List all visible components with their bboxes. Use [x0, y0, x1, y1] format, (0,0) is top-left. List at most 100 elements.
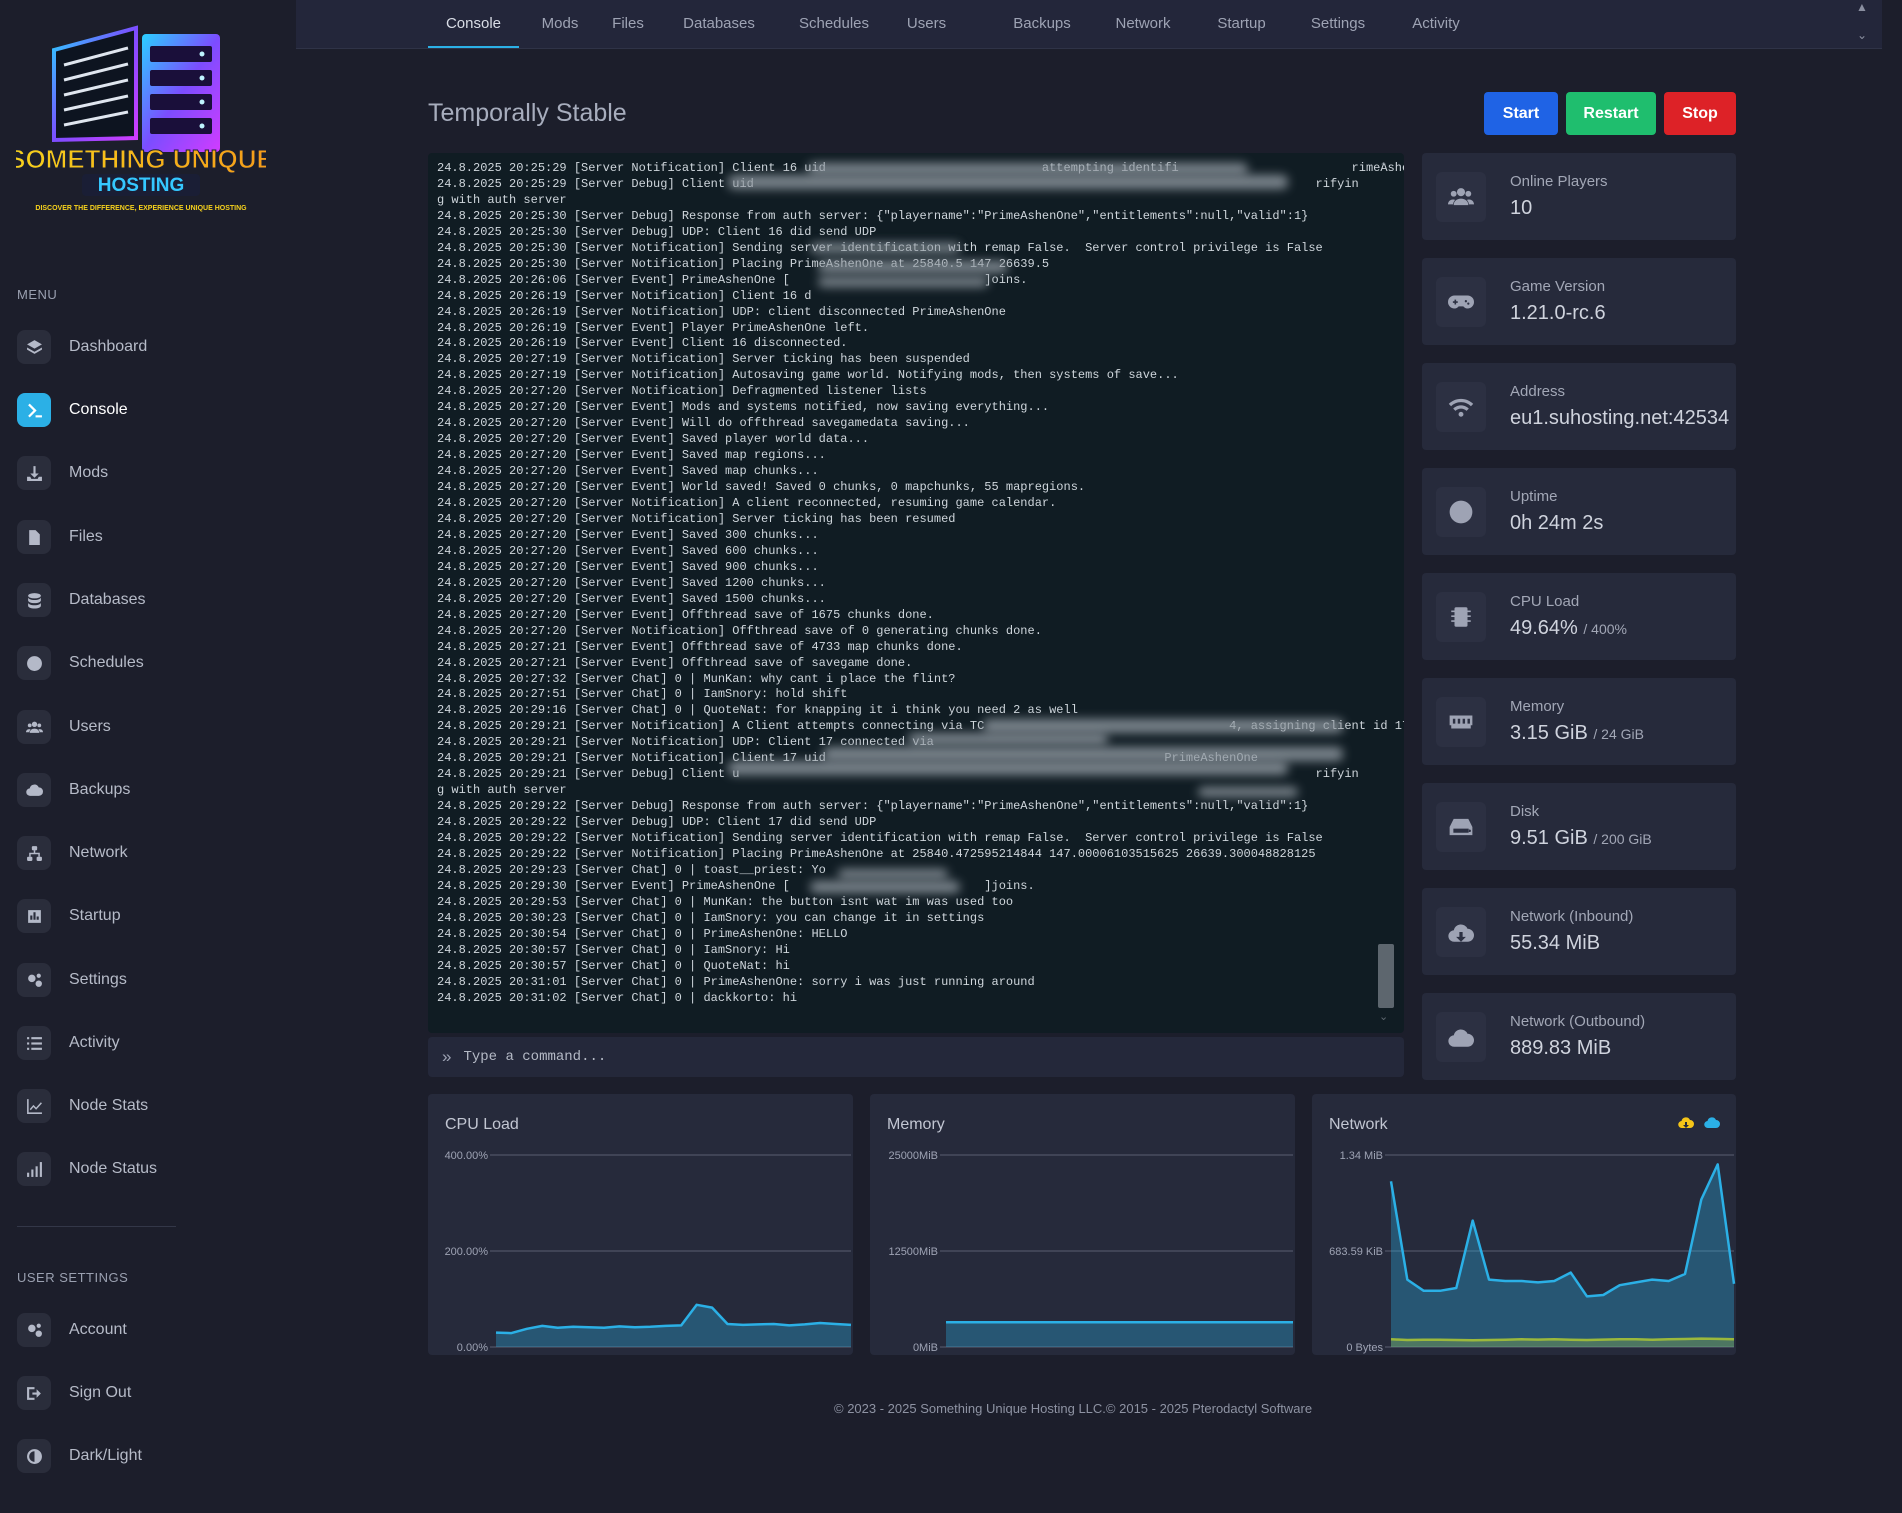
- console-line: 24.8.2025 20:30:54 [Server Chat] 0 | Pri…: [437, 926, 848, 941]
- tab-backups[interactable]: Backups: [1008, 0, 1076, 48]
- stat-card-network-outbound: Network (Outbound) 889.83 MiB: [1422, 993, 1736, 1080]
- stat-label: Network (Outbound): [1510, 1013, 1646, 1030]
- console-scroll-up-arrow[interactable]: ⌃: [1379, 160, 1388, 173]
- stat-label: Game Version: [1510, 278, 1606, 295]
- stat-label: Uptime: [1510, 488, 1558, 505]
- memory-chart-plot: 25000MiB 12500MiB 0MiB: [888, 1150, 1293, 1354]
- clock-icon: [1436, 487, 1486, 537]
- stat-label: Memory: [1510, 698, 1565, 715]
- sidebar-item-console[interactable]: Console: [17, 391, 277, 429]
- console-line: 24.8.2025 20:27:51 [Server Chat] 0 | Iam…: [437, 687, 848, 702]
- console-line: 24.8.2025 20:27:20 [Server Notification]…: [437, 384, 927, 399]
- console-line: 24.8.2025 20:31:02 [Server Chat] 0 | dac…: [437, 990, 798, 1005]
- tab-settings[interactable]: Settings: [1305, 0, 1371, 48]
- stat-label: CPU Load: [1510, 593, 1580, 610]
- redaction-blur: [728, 761, 1288, 775]
- tab-schedules[interactable]: Schedules: [784, 0, 884, 48]
- brand-logo[interactable]: SOMETHING UNIQUE HOSTING DISCOVER THE DI…: [16, 20, 266, 225]
- tab-databases[interactable]: Databases: [669, 0, 769, 48]
- menu-section-title: MENU: [17, 287, 58, 302]
- sidebar-item-files[interactable]: Files: [17, 518, 277, 556]
- redaction-blur: [1198, 787, 1298, 797]
- sidebar-item-dashboard[interactable]: Dashboard: [17, 328, 277, 366]
- tab-users[interactable]: Users: [899, 0, 954, 48]
- console-line: 24.8.2025 20:29:22 [Server Notification]…: [437, 831, 1323, 846]
- server-tab-bar: Console Mods Files Databases Schedules U…: [296, 0, 1882, 49]
- console-line: 24.8.2025 20:29:53 [Server Chat] 0 | Mun…: [437, 894, 1014, 909]
- cloud-upload-icon: [1436, 1012, 1486, 1062]
- server-name: Temporally Stable: [428, 99, 627, 127]
- tab-activity[interactable]: Activity: [1403, 0, 1469, 48]
- restart-button[interactable]: Restart: [1566, 92, 1656, 135]
- cloud-icon: [17, 773, 51, 807]
- stat-value: 0h 24m 2s: [1510, 512, 1604, 534]
- tab-console[interactable]: Console: [428, 0, 519, 48]
- startup-icon: [17, 899, 51, 933]
- sidebar-item-label: Dashboard: [69, 338, 148, 355]
- page-scroll-arrows[interactable]: ▲ ⌄: [1852, 0, 1872, 50]
- sidebar-item-mods[interactable]: Mods: [17, 454, 277, 492]
- sidebar-item-account[interactable]: Account: [17, 1311, 277, 1349]
- svg-text:HOSTING: HOSTING: [98, 175, 185, 196]
- stat-card-uptime: Uptime 0h 24m 2s: [1422, 468, 1736, 555]
- stat-value: 55.34 MiB: [1510, 932, 1601, 954]
- redaction-blur: [810, 243, 960, 253]
- memory-icon: [1436, 697, 1486, 747]
- redaction-blur: [808, 163, 1248, 175]
- command-input[interactable]: [463, 1049, 1344, 1065]
- gears-icon: [17, 963, 51, 997]
- stop-button[interactable]: Stop: [1664, 92, 1736, 135]
- console-line: 24.8.2025 20:27:20 [Server Event] Saved …: [437, 591, 826, 606]
- stat-label: Disk: [1510, 803, 1540, 820]
- console-line: 24.8.2025 20:27:20 [Server Event] Offthr…: [437, 607, 934, 622]
- sidebar-item-label: Databases: [69, 591, 146, 608]
- console-line: 24.8.2025 20:27:20 [Server Event] Will d…: [437, 416, 970, 431]
- start-button[interactable]: Start: [1484, 92, 1558, 135]
- cloud-download-icon: [1436, 907, 1486, 957]
- stat-card-cpu-load: CPU Load 49.64% / 400%: [1422, 573, 1736, 660]
- console-line: 24.8.2025 20:26:19 [Server Notification]…: [437, 304, 1006, 319]
- stat-value[interactable]: eu1.suhosting.net:42534: [1510, 407, 1729, 430]
- console-output[interactable]: 24.8.2025 20:25:29 [Server Notification]…: [428, 153, 1404, 1033]
- tab-files[interactable]: Files: [604, 0, 652, 48]
- redaction-blur: [838, 869, 948, 879]
- sidebar-item-backups[interactable]: Backups: [17, 771, 277, 809]
- sidebar-item-databases[interactable]: Databases: [17, 581, 277, 619]
- cpu-chart-plot: 400.00% 200.00% 0.00%: [445, 1150, 852, 1354]
- stat-card-online-players: Online Players 10: [1422, 153, 1736, 240]
- chevrons-right-icon: »: [442, 1047, 452, 1066]
- layers-icon: [17, 330, 51, 364]
- y-tick-label: 0MiB: [913, 1342, 938, 1354]
- sidebar-item-settings[interactable]: Settings: [17, 961, 277, 999]
- sidebar-item-label: Backups: [69, 781, 131, 798]
- console-scroll-down-arrow[interactable]: ⌄: [1379, 1010, 1388, 1023]
- console-line: 24.8.2025 20:27:21 [Server Event] Offthr…: [437, 655, 913, 670]
- database-icon: [17, 583, 51, 617]
- console-line: 24.8.2025 20:27:19 [Server Notification]…: [437, 368, 1179, 383]
- sidebar-item-activity[interactable]: Activity: [17, 1024, 277, 1062]
- tab-mods[interactable]: Mods: [535, 0, 585, 48]
- signal-bars-icon: [17, 1152, 51, 1186]
- stat-value: 3.15 GiB / 24 GiB: [1510, 722, 1644, 744]
- stat-card-network-inbound: Network (Inbound) 55.34 MiB: [1422, 888, 1736, 975]
- sidebar-item-dark-light[interactable]: Dark/Light: [17, 1437, 277, 1475]
- download-icon: [17, 456, 51, 490]
- redaction-blur: [823, 747, 1343, 761]
- sidebar-item-node-stats[interactable]: Node Stats: [17, 1087, 277, 1125]
- sidebar-item-sign-out[interactable]: Sign Out: [17, 1374, 277, 1412]
- tab-network[interactable]: Network: [1107, 0, 1179, 48]
- console-line: 24.8.2025 20:27:20 [Server Event] Saved …: [437, 464, 819, 479]
- sidebar-item-schedules[interactable]: Schedules: [17, 644, 277, 682]
- sidebar-item-node-status[interactable]: Node Status: [17, 1150, 277, 1188]
- console-line: 24.8.2025 20:29:22 [Server Debug] UDP: C…: [437, 815, 877, 830]
- sidebar-item-startup[interactable]: Startup: [17, 897, 277, 935]
- sidebar-item-label: Schedules: [69, 654, 144, 671]
- sign-out-icon: [17, 1376, 51, 1410]
- stat-value: 889.83 MiB: [1510, 1037, 1612, 1059]
- console-line: 24.8.2025 20:27:20 [Server Event] Saved …: [437, 527, 819, 542]
- console-scrollbar-thumb[interactable]: [1378, 944, 1394, 1008]
- tab-startup[interactable]: Startup: [1209, 0, 1274, 48]
- sidebar-item-network[interactable]: Network: [17, 834, 277, 872]
- console-line: 24.8.2025 20:26:19 [Server Notification]…: [437, 288, 812, 303]
- sidebar-item-users[interactable]: Users: [17, 708, 277, 746]
